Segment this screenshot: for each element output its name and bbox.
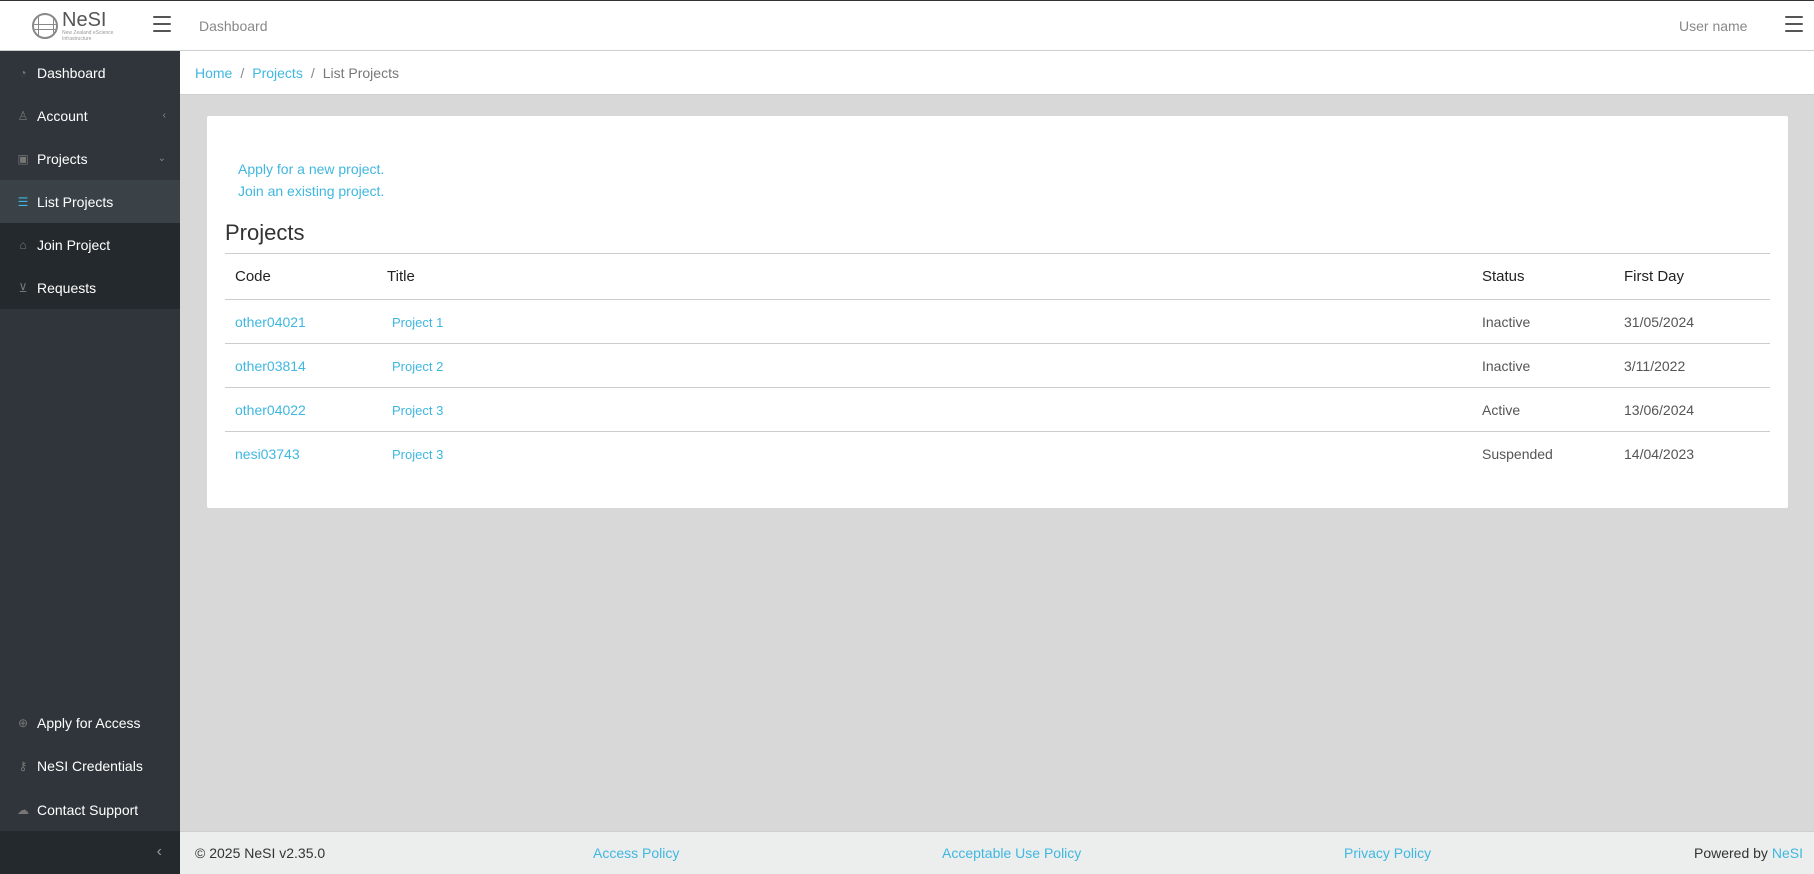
sidebar-item-contact-support[interactable]: ☁ Contact Support bbox=[0, 788, 180, 831]
logo-brand: NeSI bbox=[62, 9, 107, 31]
projects-table: Code Title Status First Day other04021 P… bbox=[225, 253, 1770, 476]
chevron-left-icon: ‹ bbox=[156, 843, 162, 860]
breadcrumb-home[interactable]: Home bbox=[195, 65, 232, 81]
project-action-links: Apply for a new project. Join an existin… bbox=[238, 158, 384, 202]
nesi-link[interactable]: NeSI bbox=[1772, 845, 1803, 861]
sidebar-item-label: Requests bbox=[37, 279, 97, 296]
project-status: Inactive bbox=[1472, 299, 1614, 344]
list-icon: ☰ bbox=[17, 194, 29, 209]
sidebar-item-label: Join Project bbox=[37, 236, 111, 253]
sidebar-item-projects[interactable]: ▣ Projects ⌄ bbox=[0, 137, 180, 180]
sidebar-item-list-projects[interactable]: ☰ List Projects bbox=[0, 180, 180, 223]
plus-circle-icon: ⊕ bbox=[17, 715, 29, 730]
project-title-link[interactable]: Project 2 bbox=[392, 359, 443, 374]
project-status: Active bbox=[1472, 387, 1614, 432]
sidebar-item-label: Account bbox=[37, 107, 88, 124]
sidebar-item-nesi-credentials[interactable]: ⚷ NeSI Credentials bbox=[0, 744, 180, 787]
sidebar-item-label: Contact Support bbox=[37, 801, 139, 818]
project-title-link[interactable]: Project 3 bbox=[392, 447, 443, 462]
globe-icon bbox=[32, 13, 58, 39]
privacy-policy-link[interactable]: Privacy Policy bbox=[1344, 845, 1431, 861]
access-policy-link[interactable]: Access Policy bbox=[593, 845, 679, 861]
sidebar-item-join-project[interactable]: ⌂ Join Project bbox=[0, 223, 180, 266]
sidebar-item-label: NeSI Credentials bbox=[37, 757, 143, 774]
table-row: nesi03743 Project 3 Suspended 14/04/2023 bbox=[225, 432, 1770, 476]
breadcrumb-separator: / bbox=[310, 64, 315, 81]
breadcrumb: Home / Projects / List Projects bbox=[180, 51, 1814, 95]
project-status: Inactive bbox=[1472, 343, 1614, 388]
powered-by: Powered by NeSI bbox=[1694, 845, 1803, 861]
cart-icon: ⊻ bbox=[18, 280, 28, 295]
user-icon: ♙ bbox=[17, 108, 29, 123]
sidebar-item-requests[interactable]: ⊻ Requests bbox=[0, 266, 180, 309]
sidebar-item-dashboard[interactable]: ◔ Dashboard bbox=[0, 51, 180, 94]
key-icon: ⚷ bbox=[18, 758, 28, 773]
table-row: other03814 Project 2 Inactive 3/11/2022 bbox=[225, 343, 1770, 388]
project-code-link[interactable]: other03814 bbox=[235, 358, 306, 374]
chevron-left-icon: ‹ bbox=[162, 110, 166, 121]
column-header-code[interactable]: Code bbox=[225, 253, 377, 300]
project-first-day: 3/11/2022 bbox=[1614, 343, 1770, 388]
table-header-row: Code Title Status First Day bbox=[225, 253, 1770, 300]
project-first-day: 14/04/2023 bbox=[1624, 445, 1695, 462]
header-title[interactable]: Dashboard bbox=[199, 18, 268, 34]
acceptable-use-policy-link[interactable]: Acceptable Use Policy bbox=[942, 845, 1081, 861]
sidebar-item-label: List Projects bbox=[37, 193, 114, 210]
column-header-title[interactable]: Title bbox=[377, 253, 1472, 300]
sidebar-item-label: Apply for Access bbox=[37, 714, 141, 731]
project-title-link[interactable]: Project 1 bbox=[392, 315, 443, 330]
sidebar-toggle-icon[interactable] bbox=[153, 16, 171, 32]
gauge-icon: ◔ bbox=[19, 65, 27, 80]
app-footer: © 2025 NeSI v2.35.0 Access Policy Accept… bbox=[180, 831, 1814, 874]
projects-card: Apply for a new project. Join an existin… bbox=[207, 116, 1788, 508]
sidebar-item-label: Dashboard bbox=[37, 64, 106, 81]
project-status: Suspended bbox=[1482, 445, 1553, 462]
apply-new-project-link[interactable]: Apply for a new project. bbox=[238, 161, 384, 177]
user-menu[interactable]: User name bbox=[1679, 18, 1747, 34]
sidebar-item-label: Projects bbox=[37, 150, 88, 167]
page-title: Projects bbox=[225, 220, 305, 245]
join-existing-project-link[interactable]: Join an existing project. bbox=[238, 183, 384, 199]
table-row: other04022 Project 3 Active 13/06/2024 bbox=[225, 387, 1770, 432]
sidebar-item-apply-for-access[interactable]: ⊕ Apply for Access bbox=[0, 701, 180, 744]
chevron-down-icon: ⌄ bbox=[157, 153, 166, 164]
project-first-day: 31/05/2024 bbox=[1614, 299, 1770, 344]
logo-subtitle: New Zealand eScience Infrastructure bbox=[62, 30, 114, 42]
breadcrumb-projects[interactable]: Projects bbox=[252, 65, 303, 81]
sidebar: ◔ Dashboard ♙ Account ‹ ▣ Projects ⌄ ☰ L… bbox=[0, 51, 180, 874]
nesi-logo[interactable]: NeSI New Zealand eScience Infrastructure bbox=[32, 7, 142, 45]
project-code-link[interactable]: other04021 bbox=[235, 314, 306, 330]
tag-icon: ⌂ bbox=[19, 237, 27, 252]
column-header-status[interactable]: Status bbox=[1472, 253, 1614, 300]
column-header-first-day[interactable]: First Day bbox=[1614, 253, 1770, 300]
breadcrumb-separator: / bbox=[240, 64, 245, 81]
aside-menu-icon[interactable] bbox=[1785, 16, 1803, 32]
project-code-link[interactable]: nesi03743 bbox=[235, 446, 300, 462]
sidebar-item-account[interactable]: ♙ Account ‹ bbox=[0, 94, 180, 137]
breadcrumb-current: List Projects bbox=[322, 64, 399, 81]
project-first-day: 13/06/2024 bbox=[1614, 387, 1770, 432]
table-row: other04021 Project 1 Inactive 31/05/2024 bbox=[225, 299, 1770, 344]
powered-by-label: Powered by bbox=[1694, 845, 1768, 861]
briefcase-icon: ▣ bbox=[17, 151, 29, 166]
project-code-link[interactable]: other04022 bbox=[235, 402, 306, 418]
project-title-link[interactable]: Project 3 bbox=[392, 403, 443, 418]
cloud-icon: ☁ bbox=[17, 802, 29, 817]
footer-copyright: © 2025 NeSI v2.35.0 bbox=[195, 845, 326, 861]
top-bar: NeSI New Zealand eScience Infrastructure… bbox=[0, 0, 1814, 51]
sidebar-minimizer[interactable]: ‹ bbox=[0, 831, 180, 874]
